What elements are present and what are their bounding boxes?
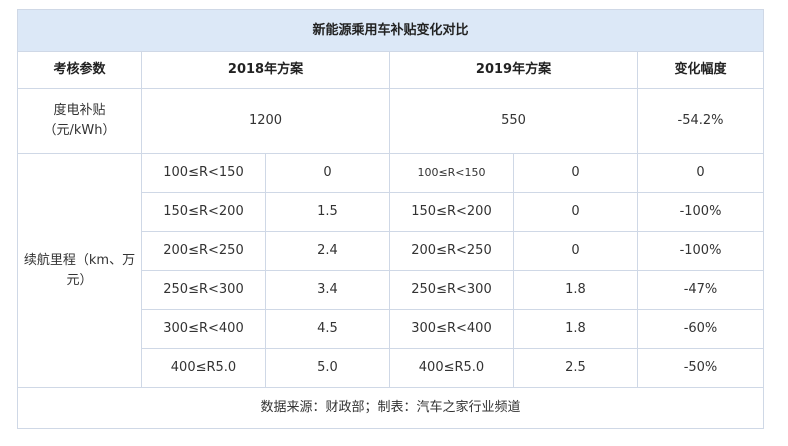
range-2019-bracket: 150≤R<200 [389, 192, 514, 232]
range-change: 0 [636, 153, 765, 193]
electricity-change: -54.2% [636, 88, 765, 154]
range-2018-value: 1.5 [265, 192, 390, 232]
table-title-row: 新能源乘用车补贴变化对比 [16, 9, 765, 52]
range-2019-value: 0 [513, 153, 638, 193]
table-title: 新能源乘用车补贴变化对比 [16, 9, 765, 52]
range-2019-bracket: 250≤R<300 [389, 270, 514, 310]
source-note: 数据来源：财政部；制表：汽车之家行业频道 [16, 387, 765, 429]
header-plan-2019: 2019年方案 [389, 51, 638, 89]
range-2019-value: 2.5 [513, 348, 638, 388]
table-row: 续航里程（km、万元） 100≤R<150 0 100≤R<150 0 0 [17, 153, 765, 388]
table-footer-row: 数据来源：财政部；制表：汽车之家行业频道 [16, 387, 765, 429]
electricity-2019-value: 550 [389, 88, 638, 154]
range-2018-value: 4.5 [265, 309, 390, 349]
range-change: -60% [636, 309, 765, 349]
range-2018-bracket: 400≤R5.0 [141, 348, 266, 388]
header-param: 考核参数 [17, 51, 142, 89]
range-2019-value: 1.8 [513, 270, 638, 310]
range-2018-value: 2.4 [265, 231, 390, 271]
header-plan-2018: 2018年方案 [141, 51, 390, 89]
table-header-row: 考核参数 2018年方案 2019年方案 变化幅度 [17, 51, 765, 89]
range-change: -100% [636, 231, 765, 271]
electricity-2018-value: 1200 [141, 88, 390, 154]
table-row-electricity: 度电补贴（元/kWh） 1200 550 -54.2% [17, 88, 765, 154]
header-change: 变化幅度 [636, 51, 765, 89]
range-2019-value: 0 [513, 192, 638, 232]
range-2019-bracket: 400≤R5.0 [389, 348, 514, 388]
range-2018-bracket: 200≤R<250 [141, 231, 266, 271]
range-label: 续航里程（km、万元） [17, 153, 142, 388]
range-2019-value: 1.8 [513, 309, 638, 349]
range-2018-value: 0 [265, 153, 390, 193]
range-change: -100% [636, 192, 765, 232]
range-2018-value: 5.0 [265, 348, 390, 388]
range-2019-value: 0 [513, 231, 638, 271]
range-change: -50% [636, 348, 765, 388]
range-2018-bracket: 100≤R<150 [141, 153, 266, 193]
range-2018-bracket: 250≤R<300 [141, 270, 266, 310]
range-2019-bracket: 200≤R<250 [389, 231, 514, 271]
range-2018-bracket: 150≤R<200 [141, 192, 266, 232]
range-2018-bracket: 300≤R<400 [141, 309, 266, 349]
range-2019-bracket: 100≤R<150 [389, 153, 514, 193]
range-2018-value: 3.4 [265, 270, 390, 310]
electricity-label: 度电补贴（元/kWh） [17, 88, 142, 154]
range-change: -47% [636, 270, 765, 310]
subsidy-comparison-table: 新能源乘用车补贴变化对比 考核参数 2018年方案 2019年方案 变化幅度 度… [16, 9, 765, 429]
range-2019-bracket: 300≤R<400 [389, 309, 514, 349]
